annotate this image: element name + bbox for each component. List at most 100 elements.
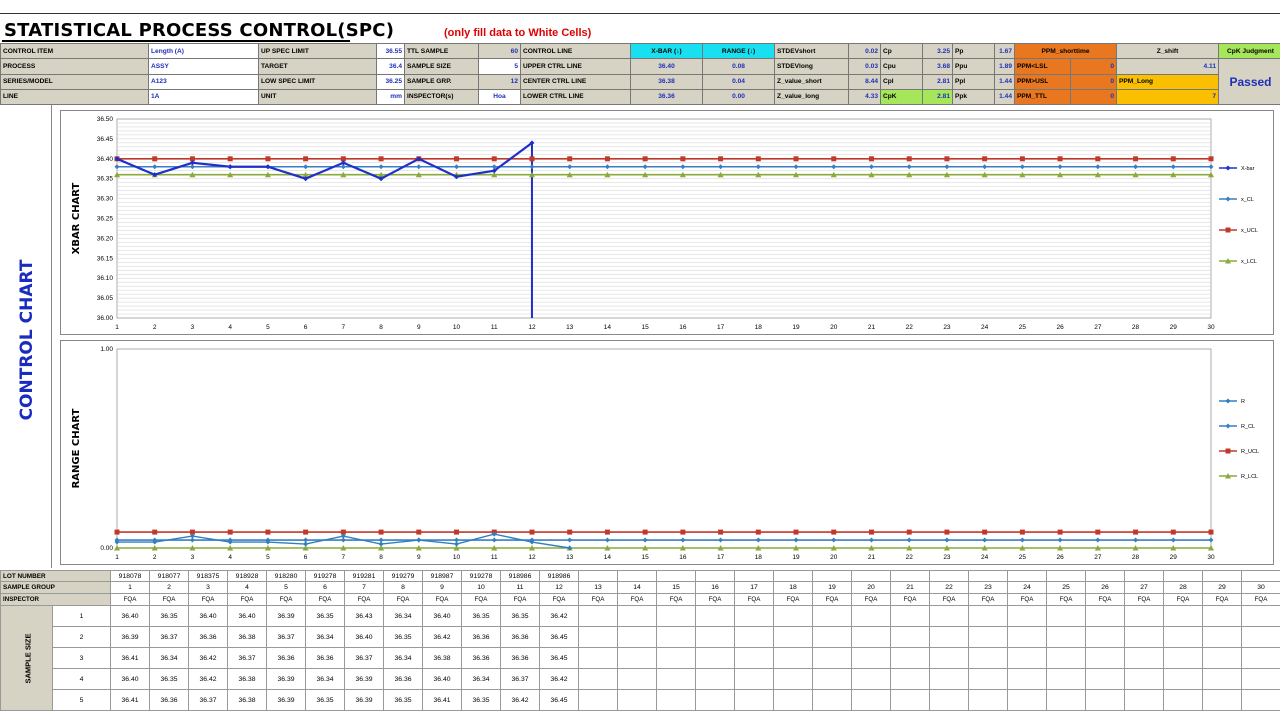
sample-value-cell[interactable] — [773, 605, 814, 627]
inspector-cell[interactable]: FQA — [1007, 593, 1048, 606]
spec-value[interactable]: 36.55 — [376, 42, 405, 60]
sample-value-cell[interactable] — [812, 689, 853, 711]
inspector-cell[interactable]: FQA — [1202, 593, 1243, 606]
sample-value-cell[interactable] — [929, 668, 970, 690]
sample-value-cell[interactable]: 36.38 — [227, 668, 268, 690]
sample-value-cell[interactable] — [1085, 626, 1126, 648]
sample-value-cell[interactable] — [578, 668, 619, 690]
sample-value-cell[interactable]: 36.35 — [383, 689, 424, 711]
lot-number-cell[interactable] — [695, 570, 736, 582]
sample-value-cell[interactable]: 36.37 — [500, 668, 541, 690]
sample-value-cell[interactable]: 36.45 — [539, 626, 580, 648]
sample-value-cell[interactable]: 36.43 — [344, 605, 385, 627]
sample-value-cell[interactable] — [1241, 605, 1280, 627]
sample-value-cell[interactable] — [1241, 647, 1280, 669]
lot-number-cell[interactable] — [578, 570, 619, 582]
sample-value-cell[interactable] — [851, 689, 892, 711]
sample-value-cell[interactable] — [1124, 647, 1165, 669]
sample-value-cell[interactable]: 36.39 — [266, 668, 307, 690]
inspector-cell[interactable]: FQA — [422, 593, 463, 606]
sample-value-cell[interactable] — [773, 668, 814, 690]
sample-value-cell[interactable] — [1007, 668, 1048, 690]
sample-value-cell[interactable] — [1202, 605, 1243, 627]
sample-value-cell[interactable] — [617, 647, 658, 669]
sample-value-cell[interactable] — [1085, 605, 1126, 627]
sample-value-cell[interactable]: 36.34 — [305, 626, 346, 648]
inspector-cell[interactable]: FQA — [500, 593, 541, 606]
sample-value-cell[interactable] — [773, 626, 814, 648]
sample-value-cell[interactable]: 36.40 — [188, 605, 229, 627]
spec-value[interactable]: 1A — [148, 88, 259, 106]
sample-value-cell[interactable]: 36.38 — [227, 626, 268, 648]
lot-number-cell[interactable]: 918078 — [110, 570, 151, 582]
sample-value-cell[interactable]: 36.35 — [383, 626, 424, 648]
sample-value-cell[interactable]: 36.39 — [110, 626, 151, 648]
spec-value[interactable]: mm — [376, 88, 405, 106]
inspector-cell[interactable]: FQA — [149, 593, 190, 606]
sample-value-cell[interactable]: 36.36 — [188, 626, 229, 648]
sample-value-cell[interactable] — [734, 647, 775, 669]
inspector-cell[interactable]: FQA — [344, 593, 385, 606]
lot-number-cell[interactable]: 918986 — [500, 570, 541, 582]
sample-value-cell[interactable]: 36.35 — [305, 605, 346, 627]
inspector-cell[interactable]: FQA — [929, 593, 970, 606]
sample-value-cell[interactable] — [968, 647, 1009, 669]
sample-value-cell[interactable] — [812, 647, 853, 669]
sample-value-cell[interactable] — [578, 689, 619, 711]
lot-number-cell[interactable] — [812, 570, 853, 582]
sample-value-cell[interactable] — [695, 647, 736, 669]
sample-value-cell[interactable] — [1163, 689, 1204, 711]
sample-value-cell[interactable] — [1124, 626, 1165, 648]
sample-value-cell[interactable] — [1202, 647, 1243, 669]
sample-value-cell[interactable]: 36.45 — [539, 647, 580, 669]
sample-value-cell[interactable] — [1007, 689, 1048, 711]
sample-value-cell[interactable] — [734, 626, 775, 648]
sample-value-cell[interactable]: 36.39 — [344, 668, 385, 690]
sample-value-cell[interactable] — [773, 647, 814, 669]
sample-value-cell[interactable] — [656, 689, 697, 711]
lot-number-cell[interactable] — [968, 570, 1009, 582]
sample-value-cell[interactable] — [617, 605, 658, 627]
sample-value-cell[interactable] — [617, 626, 658, 648]
sample-value-cell[interactable] — [695, 668, 736, 690]
lot-number-cell[interactable] — [929, 570, 970, 582]
sample-value-cell[interactable] — [656, 626, 697, 648]
inspector-cell[interactable]: FQA — [266, 593, 307, 606]
sample-value-cell[interactable]: 36.40 — [422, 668, 463, 690]
sample-value-cell[interactable] — [617, 668, 658, 690]
sample-value-cell[interactable] — [1046, 647, 1087, 669]
sample-value-cell[interactable] — [1046, 626, 1087, 648]
sample-value-cell[interactable] — [656, 647, 697, 669]
sample-value-cell[interactable]: 36.41 — [110, 647, 151, 669]
sample-value-cell[interactable]: 36.42 — [188, 647, 229, 669]
sample-value-cell[interactable]: 36.36 — [266, 647, 307, 669]
sample-value-cell[interactable] — [1007, 647, 1048, 669]
sample-value-cell[interactable]: 36.36 — [461, 647, 502, 669]
sample-value-cell[interactable]: 36.35 — [461, 689, 502, 711]
spec-value[interactable]: A123 — [148, 73, 259, 90]
sample-value-cell[interactable]: 36.36 — [383, 668, 424, 690]
sample-value-cell[interactable]: 36.37 — [188, 689, 229, 711]
lot-number-cell[interactable] — [734, 570, 775, 582]
sample-value-cell[interactable] — [890, 689, 931, 711]
lot-number-cell[interactable] — [851, 570, 892, 582]
sample-value-cell[interactable] — [695, 605, 736, 627]
sample-value-cell[interactable]: 36.40 — [344, 626, 385, 648]
inspector-cell[interactable]: FQA — [890, 593, 931, 606]
inspector-cell[interactable]: FQA — [851, 593, 892, 606]
sample-value-cell[interactable]: 36.40 — [227, 605, 268, 627]
sample-value-cell[interactable] — [656, 605, 697, 627]
sample-value-cell[interactable]: 36.37 — [149, 626, 190, 648]
sample-value-cell[interactable]: 36.40 — [110, 605, 151, 627]
sample-value-cell[interactable] — [1046, 689, 1087, 711]
inspector-cell[interactable]: FQA — [188, 593, 229, 606]
sample-value-cell[interactable] — [617, 689, 658, 711]
lot-number-cell[interactable] — [1085, 570, 1126, 582]
sample-value-cell[interactable] — [890, 626, 931, 648]
sample-value-cell[interactable] — [968, 626, 1009, 648]
lot-number-cell[interactable] — [1046, 570, 1087, 582]
sample-value-cell[interactable] — [812, 668, 853, 690]
sample-value-cell[interactable]: 36.34 — [383, 647, 424, 669]
sample-value-cell[interactable]: 36.36 — [149, 689, 190, 711]
sample-value-cell[interactable] — [890, 605, 931, 627]
